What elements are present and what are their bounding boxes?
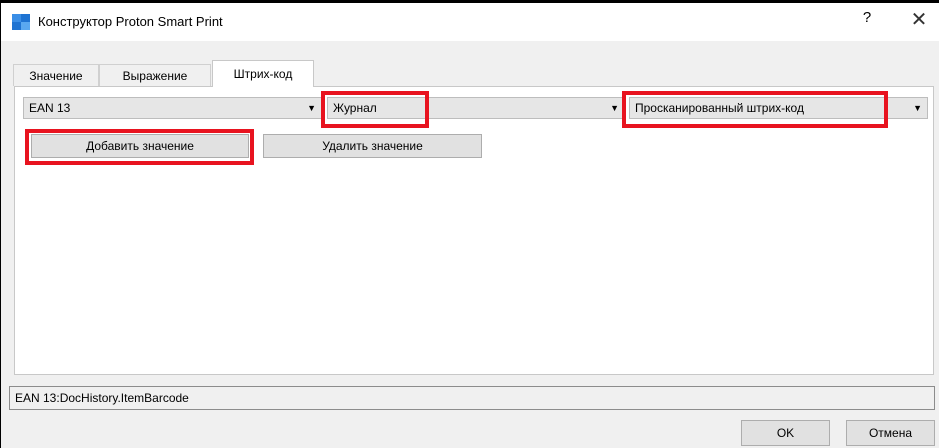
remove-value-button[interactable]: Удалить значение — [263, 134, 482, 158]
dropdown-arrow-icon: ▼ — [307, 103, 316, 113]
barcode-tab-panel — [14, 86, 934, 375]
close-button[interactable]: ✕ — [907, 7, 931, 32]
data-source-value: Журнал — [333, 101, 377, 115]
ok-button[interactable]: OK — [741, 420, 830, 446]
data-field-value: Просканированный штрих-код — [635, 101, 804, 115]
barcode-type-select[interactable]: EAN 13 ▼ — [23, 97, 322, 119]
dialog-window: Конструктор Proton Smart Print ? ✕ Значе… — [1, 3, 939, 448]
data-source-select[interactable]: Журнал ▼ — [327, 97, 625, 119]
barcode-type-value: EAN 13 — [29, 101, 71, 115]
title-bar: Конструктор Proton Smart Print ? ✕ — [1, 3, 939, 41]
add-value-button[interactable]: Добавить значение — [31, 134, 249, 158]
data-field-select[interactable]: Просканированный штрих-код ▼ — [629, 97, 928, 119]
dropdown-arrow-icon: ▼ — [913, 103, 922, 113]
tab-value[interactable]: Значение — [13, 64, 99, 86]
window-title: Конструктор Proton Smart Print — [38, 14, 223, 29]
tab-barcode[interactable]: Штрих-код — [212, 60, 314, 87]
help-button[interactable]: ? — [857, 9, 877, 26]
cancel-button[interactable]: Отмена — [846, 420, 935, 446]
dropdown-arrow-icon: ▼ — [610, 103, 619, 113]
tab-expression[interactable]: Выражение — [99, 64, 211, 86]
expression-preview: EAN 13:DocHistory.ItemBarcode — [9, 386, 935, 410]
app-logo-icon — [12, 14, 30, 30]
